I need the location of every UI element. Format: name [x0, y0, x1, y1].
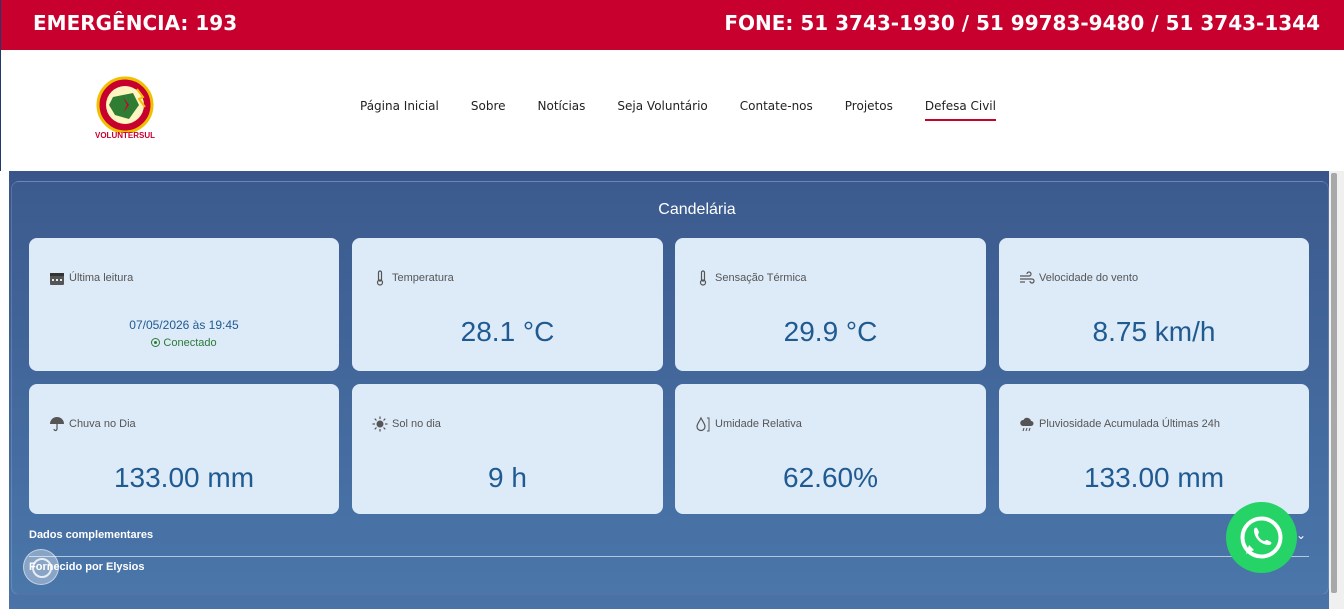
status-dot-icon: [151, 338, 161, 347]
city-name: Candelária: [658, 201, 736, 218]
humidity-icon: [696, 416, 710, 432]
accumulated-rain-value: 133.00 mm: [1083, 462, 1225, 493]
scrollbar[interactable]: [1329, 171, 1344, 609]
card-label: Temperatura: [372, 270, 454, 286]
card-label: Última leitura: [49, 270, 133, 286]
emergency-number: EMERGÊNCIA: 193: [33, 11, 238, 35]
divider: [29, 556, 1309, 557]
wind-speed-value: 8.75 km/h: [1092, 316, 1216, 347]
complementary-data-toggle[interactable]: Dados complementares: [29, 529, 153, 541]
wind-speed-label: Velocidade do vento: [1039, 272, 1139, 284]
wind-icon: [1020, 271, 1035, 284]
humidity-value: 62.60%: [783, 462, 878, 493]
nav-item-news[interactable]: Notícias: [538, 99, 586, 121]
last-reading-date: 07/05/2026 às 19:45: [129, 318, 239, 332]
connection-status-text: Conectado: [163, 337, 217, 349]
umbrella-icon: [50, 417, 64, 432]
last-reading-card: Última leitura 07/05/2026 às 19:45 Conec…: [29, 238, 339, 371]
logo[interactable]: VOLUNTERSUL: [89, 75, 161, 143]
chevron-down-icon[interactable]: ⌄: [1296, 528, 1306, 542]
nav-item-about[interactable]: Sobre: [471, 99, 506, 121]
logo-text: VOLUNTERSUL: [95, 131, 155, 140]
calendar-icon: [50, 273, 64, 285]
temperature-value: 28.1 °C: [460, 316, 555, 347]
top-bar: EMERGÊNCIA: 193 FONE: 51 3743-1930 / 51 …: [0, 0, 1344, 50]
accessibility-icon: [32, 558, 52, 578]
rain-today-card: Chuva no Dia 133.00 mm: [29, 384, 339, 514]
connection-status: Conectado: [29, 337, 339, 349]
nav-item-home[interactable]: Página Inicial: [360, 99, 439, 121]
nav-item-contact[interactable]: Contate-nos: [740, 99, 813, 121]
sun-today-value: 9 h: [488, 462, 527, 493]
card-label: Sensação Térmica: [695, 270, 807, 286]
accumulated-rain-card: Pluviosidade Acumulada Últimas 24h 133.0…: [999, 384, 1309, 514]
site-header: VOLUNTERSUL Página Inicial Sobre Notícia…: [0, 50, 1344, 171]
rain-today-label: Chuva no Dia: [69, 418, 136, 430]
feels-like-value: 29.9 °C: [783, 316, 878, 347]
feels-like-label: Sensação Térmica: [715, 272, 807, 284]
thermometer-icon: [376, 270, 384, 286]
main-nav: Página Inicial Sobre Notícias Seja Volun…: [360, 99, 1028, 121]
whatsapp-icon: [1240, 516, 1283, 559]
nav-item-projects[interactable]: Projetos: [845, 99, 893, 121]
wind-speed-card: Velocidade do vento 8.75 km/h: [999, 238, 1309, 371]
sun-today-card: Sol no dia 9 h: [352, 384, 663, 514]
accessibility-button[interactable]: [23, 549, 59, 585]
nav-item-civil-defense[interactable]: Defesa Civil: [924, 99, 996, 121]
rain-today-value: 133.00 mm: [113, 462, 255, 493]
scrollbar-thumb[interactable]: [1331, 173, 1337, 593]
rain-cloud-icon: [1020, 417, 1034, 432]
temperature-card: Temperatura 28.1 °C: [352, 238, 663, 371]
card-label: Velocidade do vento: [1019, 270, 1138, 286]
card-label: Umidade Relativa: [695, 416, 802, 432]
feels-like-card: Sensação Térmica 29.9 °C: [675, 238, 986, 371]
card-label: Chuva no Dia: [49, 416, 136, 432]
nav-item-volunteer[interactable]: Seja Voluntário: [617, 99, 707, 121]
card-label: Pluviosidade Acumulada Últimas 24h: [1019, 416, 1220, 432]
sun-today-label: Sol no dia: [392, 418, 441, 430]
card-label: Sol no dia: [372, 416, 441, 432]
thermometer-icon: [699, 270, 707, 286]
humidity-label: Umidade Relativa: [715, 418, 802, 430]
humidity-card: Umidade Relativa 62.60%: [675, 384, 986, 514]
logo-emblem-icon: [96, 76, 154, 134]
sun-icon: [372, 416, 388, 432]
last-reading-label: Última leitura: [69, 272, 134, 284]
phone-numbers: FONE: 51 3743-1930 / 51 99783-9480 / 51 …: [724, 11, 1320, 35]
temperature-label: Temperatura: [392, 272, 454, 284]
whatsapp-button[interactable]: [1226, 502, 1297, 573]
accumulated-rain-label: Pluviosidade Acumulada Últimas 24h: [1039, 418, 1220, 430]
